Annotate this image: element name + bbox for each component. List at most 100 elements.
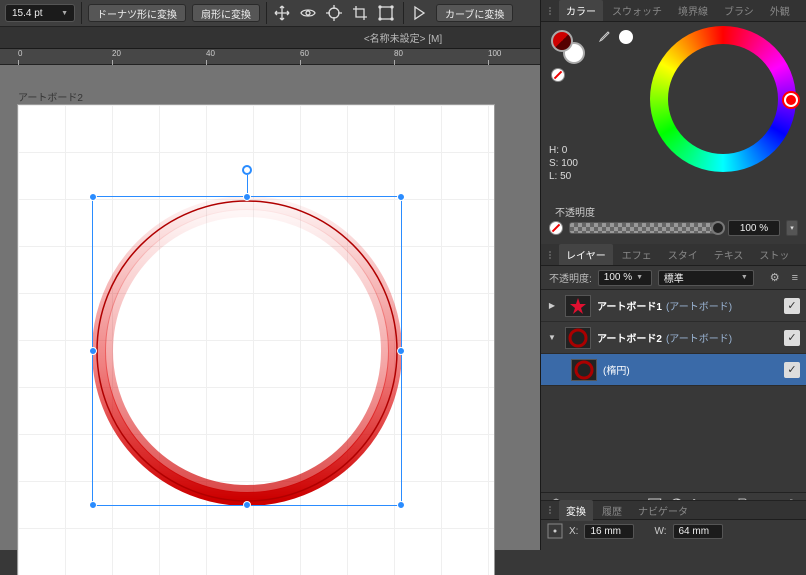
- visibility-checkbox[interactable]: ✓: [784, 330, 800, 346]
- tab-navigator[interactable]: ナビゲータ: [631, 500, 695, 521]
- convert-fan-button[interactable]: 扇形に変換: [192, 4, 260, 22]
- chevron-down-icon: ▼: [61, 10, 68, 17]
- resize-handle[interactable]: [397, 347, 405, 355]
- layer-row[interactable]: (楕円) ✓: [541, 354, 806, 386]
- w-label: W:: [654, 526, 666, 537]
- ruler-tick: 100: [488, 49, 501, 58]
- ruler-tick: 0: [18, 49, 22, 58]
- document-tab[interactable]: <名称未設定> [M]: [364, 30, 442, 45]
- panel-grip[interactable]: [547, 506, 553, 514]
- artboard-label: アートボード2: [18, 89, 83, 104]
- opacity-value-field[interactable]: 100 %: [728, 220, 780, 236]
- artboard: [18, 105, 494, 575]
- disclosure-icon[interactable]: ▶: [545, 299, 559, 313]
- hsl-color-wheel[interactable]: [650, 26, 796, 172]
- resize-handle[interactable]: [89, 193, 97, 201]
- slider-knob[interactable]: [711, 221, 725, 235]
- layer-thumb: [565, 327, 591, 349]
- layer-row[interactable]: ▼ アートボード2(アートボード) ✓: [541, 322, 806, 354]
- tab-swatches[interactable]: スウォッチ: [605, 0, 669, 21]
- tab-stock[interactable]: ストッ: [752, 244, 796, 265]
- stroke-width-field[interactable]: 15.4 pt ▼: [5, 4, 75, 22]
- stroke-width-value: 15.4 pt: [12, 8, 43, 19]
- fill-stroke-swatch[interactable]: [551, 30, 585, 64]
- x-label: X:: [569, 526, 578, 537]
- gear-icon[interactable]: ⚙: [770, 271, 780, 284]
- layer-row[interactable]: ▶ アートボード1(アートボード) ✓: [541, 290, 806, 322]
- eyedropper-icon[interactable]: [597, 30, 611, 44]
- transform-row: X: 16 mm W: 64 mm: [541, 522, 806, 540]
- layer-name: アートボード1(アートボード): [597, 298, 732, 313]
- w-field[interactable]: 64 mm: [673, 524, 723, 539]
- layer-opacity-label: 不透明度:: [549, 270, 592, 285]
- tab-brushes[interactable]: ブラシ: [717, 0, 761, 21]
- resize-handle[interactable]: [89, 501, 97, 509]
- opacity-row: 不透明度 100 % ▾: [549, 220, 798, 236]
- tab-appearance[interactable]: 外観: [763, 0, 797, 21]
- hue-handle[interactable]: [784, 93, 798, 107]
- panel-grip[interactable]: [547, 7, 553, 15]
- divider: [403, 2, 404, 24]
- tab-effects[interactable]: エフェ: [615, 244, 659, 265]
- ruler-tick: 80: [394, 49, 403, 58]
- color-tool-row: [597, 30, 633, 44]
- crop-icon[interactable]: [349, 3, 371, 23]
- layer-thumb: [571, 359, 597, 381]
- layer-list: ▶ アートボード1(アートボード) ✓ ▼ アートボード2(アートボード) ✓ …: [541, 290, 806, 386]
- rotation-handle[interactable]: [242, 165, 252, 175]
- right-panel: カラー スウォッチ 境界線 ブラシ 外観 H: 0 S: [540, 0, 806, 550]
- tab-styles[interactable]: スタイ: [661, 244, 705, 265]
- none-icon[interactable]: [551, 68, 565, 82]
- resize-handle[interactable]: [243, 193, 251, 201]
- tab-color[interactable]: カラー: [559, 0, 603, 21]
- hsl-readout: H: 0 S: 100 L: 50: [549, 144, 578, 183]
- visibility-checkbox[interactable]: ✓: [784, 362, 800, 378]
- rotation-line: [247, 175, 248, 193]
- tab-layers[interactable]: レイヤー: [559, 244, 613, 265]
- fill-swatch[interactable]: [551, 30, 573, 52]
- convert-curves-button[interactable]: カーブに変換: [436, 4, 513, 22]
- x-field[interactable]: 16 mm: [584, 524, 634, 539]
- panel-grip[interactable]: [547, 251, 553, 259]
- selection-box[interactable]: [92, 196, 402, 506]
- visibility-checkbox[interactable]: ✓: [784, 298, 800, 314]
- white-swatch[interactable]: [619, 30, 633, 44]
- layer-options-row: 不透明度: 100 %▼ 標準▼ ⚙ ≡: [541, 266, 806, 290]
- panel-menu-icon[interactable]: ≡: [792, 272, 798, 284]
- tab-text[interactable]: テキス: [707, 244, 751, 265]
- play-icon[interactable]: [408, 3, 430, 23]
- ruler-tick: 20: [112, 49, 121, 58]
- color-panel: H: 0 S: 100 L: 50 不透明度 100 % ▾: [541, 22, 806, 244]
- target-icon[interactable]: [323, 3, 345, 23]
- divider: [266, 2, 267, 24]
- resize-handle[interactable]: [397, 501, 405, 509]
- transform-panel-tabs: 変換 履歴 ナビゲータ: [541, 500, 806, 520]
- tab-transform[interactable]: 変換: [559, 500, 593, 521]
- layer-name: (楕円): [603, 362, 630, 377]
- color-panel-tabs: カラー スウォッチ 境界線 ブラシ 外観: [541, 0, 806, 22]
- move-icon[interactable]: [271, 3, 293, 23]
- opacity-slider[interactable]: [569, 222, 722, 234]
- resize-handle[interactable]: [397, 193, 405, 201]
- none-icon[interactable]: [549, 221, 563, 235]
- tab-history[interactable]: 履歴: [595, 500, 629, 521]
- opacity-stepper[interactable]: ▾: [786, 220, 798, 236]
- resize-handle[interactable]: [89, 347, 97, 355]
- ruler-horizontal: 0 20 40 60 80 100: [0, 49, 540, 65]
- layer-thumb: [565, 295, 591, 317]
- ruler-tick: 40: [206, 49, 215, 58]
- workspace: 0 20 40 60 80 100 アートボード2: [0, 49, 540, 550]
- layer-opacity-field[interactable]: 100 %▼: [598, 270, 652, 286]
- sv-triangle[interactable]: [677, 53, 769, 145]
- divider: [81, 2, 82, 24]
- tab-stroke[interactable]: 境界線: [671, 0, 715, 21]
- canvas[interactable]: アートボード2: [0, 65, 540, 550]
- anchor-grid-icon[interactable]: [547, 523, 563, 539]
- layer-name: アートボード2(アートボード): [597, 330, 732, 345]
- convert-donut-button[interactable]: ドーナツ形に変換: [88, 4, 186, 22]
- bounds-icon[interactable]: [375, 3, 397, 23]
- disclosure-icon[interactable]: ▼: [545, 331, 559, 345]
- resize-handle[interactable]: [243, 501, 251, 509]
- eye-icon[interactable]: [297, 3, 319, 23]
- blend-mode-field[interactable]: 標準▼: [658, 270, 754, 286]
